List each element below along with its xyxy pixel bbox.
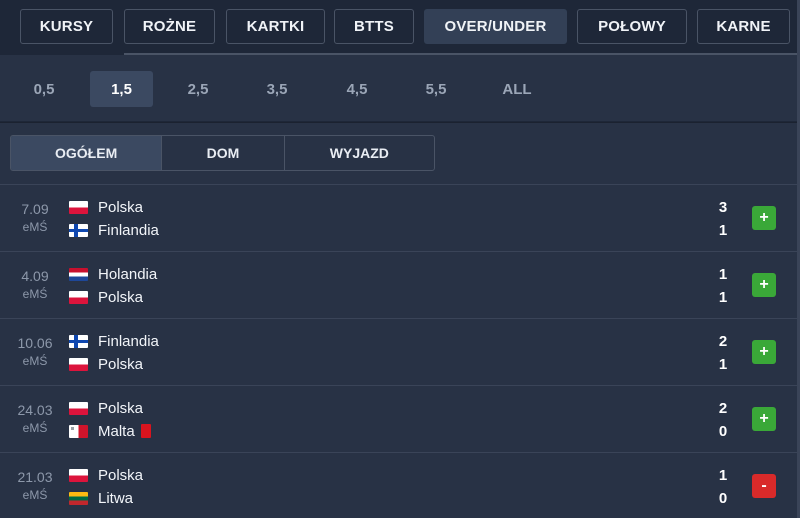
away-team-name: Polska (98, 355, 144, 373)
venue-filter: OGÓŁEM DOM WYJAZD (10, 135, 435, 171)
match-competition: eMŚ (22, 488, 48, 502)
red-card-icon (140, 424, 151, 438)
flag-poland-icon (69, 357, 88, 371)
filter-home[interactable]: DOM (162, 136, 285, 170)
match-date: 7.09 (21, 201, 49, 217)
line-2-5[interactable]: 2,5 (168, 71, 228, 107)
filter-overall[interactable]: OGÓŁEM (11, 136, 163, 170)
away-score: 1 (718, 222, 728, 239)
match-row[interactable]: 4.09 eMŚ Holandia Polska 1 1 + (0, 251, 800, 318)
flag-netherlands-icon (69, 267, 88, 281)
goal-line-selector: 0,5 1,5 2,5 3,5 4,5 5,5 ALL (0, 55, 800, 121)
result-win-badge: + (752, 340, 776, 364)
tab-karne[interactable]: KARNE (697, 9, 790, 44)
flag-poland-icon (69, 401, 88, 415)
match-date: 4.09 (21, 268, 49, 284)
home-team: Polska (69, 197, 143, 217)
result-loss-badge: - (752, 474, 776, 498)
tab-rozne[interactable]: ROŻNE (124, 9, 215, 44)
away-team: Polska (69, 354, 143, 374)
line-3-5[interactable]: 3,5 (247, 71, 307, 107)
match-row[interactable]: 10.06 eMŚ Finlandia Polska 2 1 + (0, 318, 800, 385)
home-team-name: Polska (98, 198, 144, 216)
flag-poland-icon (69, 468, 88, 482)
flag-lithuania-icon (69, 491, 88, 505)
match-competition: eMŚ (22, 421, 48, 435)
match-row[interactable]: 24.03 eMŚ Polska Malta 2 0 + (0, 385, 800, 452)
result-win-badge: + (752, 273, 776, 297)
filter-away[interactable]: WYJAZD (285, 136, 434, 170)
tab-over-under[interactable]: OVER/UNDER (424, 9, 567, 44)
market-tabs: KURSY ROŻNE KARTKI BTTS OVER/UNDER POŁOW… (0, 0, 800, 54)
home-team-name: Polska (98, 466, 144, 484)
away-team: Polska (69, 287, 143, 307)
tab-kartki[interactable]: KARTKI (226, 9, 325, 44)
flag-poland-icon (69, 200, 88, 214)
away-team-name: Polska (98, 288, 144, 306)
away-team-name: Litwa (98, 489, 134, 507)
home-score: 1 (718, 266, 728, 283)
home-team: Holandia (69, 264, 157, 284)
match-list: 7.09 eMŚ Polska Finlandia 3 1 + 4.09 eMŚ… (0, 184, 800, 518)
line-1-5[interactable]: 1,5 (90, 71, 153, 107)
match-row[interactable]: 21.03 eMŚ Polska Litwa 1 0 - (0, 452, 800, 518)
flag-poland-icon (69, 290, 88, 304)
home-team: Polska (69, 465, 143, 485)
away-score: 0 (718, 423, 728, 440)
home-score: 2 (718, 400, 728, 417)
home-team-name: Finlandia (98, 332, 159, 350)
flag-malta-icon (69, 424, 88, 438)
away-team: Malta (69, 421, 151, 441)
flag-finland-icon (69, 334, 88, 348)
tab-btts[interactable]: BTTS (334, 9, 414, 44)
line-4-5[interactable]: 4,5 (327, 71, 387, 107)
tab-polowy[interactable]: POŁOWY (577, 9, 687, 44)
away-score: 1 (718, 289, 728, 306)
tab-kursy[interactable]: KURSY (20, 9, 113, 44)
flag-finland-icon (69, 223, 88, 237)
away-team-name: Malta (98, 422, 135, 440)
result-win-badge: + (752, 407, 776, 431)
away-team: Finlandia (69, 220, 159, 240)
match-date: 21.03 (17, 469, 53, 485)
match-competition: eMŚ (22, 220, 48, 234)
line-all[interactable]: ALL (487, 71, 547, 107)
home-team-name: Holandia (98, 265, 158, 283)
home-team: Polska (69, 398, 143, 418)
away-score: 1 (718, 356, 728, 373)
away-score: 0 (718, 490, 728, 507)
home-score: 2 (718, 333, 728, 350)
home-score: 3 (718, 199, 728, 216)
match-competition: eMŚ (22, 287, 48, 301)
home-score: 1 (718, 467, 728, 484)
match-competition: eMŚ (22, 354, 48, 368)
venue-filter-bar: OGÓŁEM DOM WYJAZD (0, 122, 800, 184)
match-row[interactable]: 7.09 eMŚ Polska Finlandia 3 1 + (0, 184, 800, 251)
match-date: 24.03 (17, 402, 53, 418)
home-team-name: Polska (98, 399, 144, 417)
line-0-5[interactable]: 0,5 (14, 71, 74, 107)
away-team-name: Finlandia (98, 221, 159, 239)
away-team: Litwa (69, 488, 133, 508)
line-5-5[interactable]: 5,5 (406, 71, 466, 107)
match-date: 10.06 (17, 335, 53, 351)
home-team: Finlandia (69, 331, 159, 351)
result-win-badge: + (752, 206, 776, 230)
